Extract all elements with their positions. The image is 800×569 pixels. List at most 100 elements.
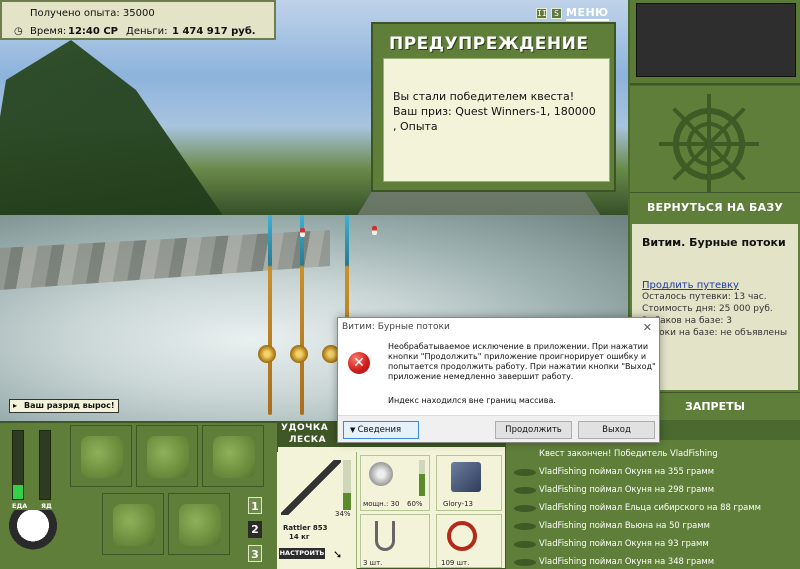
cauldron-icon[interactable] [8,510,58,554]
float-icon [372,226,377,235]
inventory-slot-book[interactable] [202,425,264,487]
bait-slot[interactable]: 109 шт. [436,514,502,568]
clock-icon: ◷ [14,26,23,37]
experience-value: 35000 [122,8,155,19]
close-icon[interactable]: ✕ [643,318,652,337]
warning-panel: ПРЕДУПРЕЖДЕНИЕ Вы стали победителем квес… [371,22,616,192]
inventory-slot-basket[interactable] [102,493,164,555]
continue-button[interactable]: Продолжить [495,421,572,439]
pause-icon[interactable]: II [536,7,547,19]
poison-meter [39,430,51,500]
error-icon: ✕ [348,352,370,374]
tab-rod[interactable]: УДОЧКА [281,423,328,433]
float-icon [300,228,305,237]
details-button[interactable]: ▼ Сведения [343,421,419,439]
line-slot[interactable]: Glory-13 [436,455,502,511]
back-to-base-button[interactable]: ВЕРНУТЬСЯ НА БАЗУ [630,192,800,222]
dialog-body: ✕ Необрабатываемое исключение в приложен… [338,337,659,415]
play-icon: ▸ [13,401,18,410]
inventory-page-2[interactable]: 2 [248,521,262,538]
fish-icon [514,523,536,530]
dialog-title: Витим: Бурные потоки [338,318,659,337]
bag-icon [81,436,123,478]
bait-count: 109 шт. [441,559,470,567]
chevron-down-icon: ▼ [350,426,358,434]
sound-icon[interactable]: S [551,7,562,19]
warning-body: Вы стали победителем квеста! Ваш приз: Q… [383,58,610,182]
fish-icon [514,541,536,548]
inventory-page-3[interactable]: 3 [248,545,262,562]
rod-name: Rattler 853 [283,524,328,532]
reel-percent: 60% [407,500,423,508]
player-stats: Получено опыта: 35000 ◷ Время: 12:40 СР … [0,0,276,40]
log-entry: VladFishing поймал Окуня на 348 грамм [539,556,715,566]
bucket-icon [179,504,221,546]
money-value: 1 474 917 руб. [172,26,256,37]
exit-button[interactable]: Выход [578,421,655,439]
rank-up-text: Ваш разряд вырос! [24,401,115,410]
warning-message: Вы стали победителем квеста! Ваш приз: Q… [393,90,596,133]
reel-wear-bar [419,460,425,496]
reel-slot[interactable]: мощн.: 30 60% [360,455,430,511]
ship-wheel-icon[interactable] [659,94,759,194]
inventory-slot-bucket[interactable] [168,493,230,555]
warning-title: ПРЕДУПРЕЖДЕНИЕ [389,34,589,54]
game-window: ▸ Ваш разряд вырос! Получено опыта: 3500… [0,0,800,569]
rank-up-badge: ▸ Ваш разряд вырос! [9,399,119,413]
rod-icon [281,460,341,515]
rod-wear-bar [343,460,351,510]
fishing-rod-1[interactable] [268,215,272,415]
extend-trip-link[interactable]: Продлить путевку [642,280,739,291]
day-cost: Стоимость дня: 25 000 руб. [642,304,773,314]
hook-slot[interactable]: 3 шт. [360,514,430,568]
log-entry: VladFishing поймал Окуня на 298 грамм [539,484,715,494]
reel-icon [258,345,276,363]
trip-remaining: Осталось путевки: 13 час. [642,292,767,302]
dialog-footer: ▼ Сведения Продолжить Выход [338,415,659,442]
reel-power: мощн.: 30 [363,500,400,508]
fish-icon [514,559,536,566]
reel-icon [369,462,393,486]
dialog-detail: Индекс находился вне границ массива. [388,396,556,405]
food-meter [12,430,24,500]
poison-label: ЯД [41,502,52,510]
fishing-rod-2[interactable] [300,215,304,415]
forest-hill [0,40,240,240]
hooks-count: 3 шт. [363,559,383,567]
hook-icon [375,521,395,551]
inventory-page-1[interactable]: 1 [248,497,262,514]
reel-icon [290,345,308,363]
fish-icon [514,487,536,494]
rod-wear-fill [343,493,351,510]
line-spool-icon [451,462,481,492]
rod-weight: 14 кг [289,533,310,541]
setup-button[interactable]: НАСТРОИТЬ [279,548,325,559]
food-meter-fill [13,485,23,499]
sack-icon [147,436,189,478]
log-entry: Квест закончен! Победитель VladFishing [539,448,718,458]
food-label: ЕДА [12,502,28,510]
log-entry: VladFishing поймал Окуня на 355 грамм [539,466,715,476]
ad-placeholder [636,3,796,77]
worm-icon [447,521,477,551]
book-icon [213,436,255,478]
inventory-slot-bag[interactable] [70,425,132,487]
tab-line[interactable]: ЛЕСКА [289,435,326,445]
time-label: Время: [30,26,67,37]
error-dialog: Витим: Бурные потоки ✕ ✕ Необрабатываемо… [337,317,660,443]
log-entry: VladFishing поймал Ельца сибирского на 8… [539,502,761,512]
log-entry: VladFishing поймал Вьюна на 50 грамм [539,520,710,530]
dialog-message: Необрабатываемое исключение в приложении… [388,342,656,381]
reel-wear-fill [419,474,425,496]
experience-label: Получено опыта: [30,8,120,19]
rod-percent: 34% [335,510,351,518]
time-value: 12:40 СР [68,26,118,37]
money-label: Деньги: [126,26,168,37]
menu-button[interactable]: МЕНЮ [566,6,609,21]
log-entry: VladFishing поймал Окуня на 93 грамм [539,538,709,548]
inventory-slot-sack[interactable] [136,425,198,487]
fish-icon [514,505,536,512]
catch-log: Квест закончен! Победитель VladFishing V… [506,440,800,569]
experience-row: Получено опыта: 35000 [30,8,155,19]
top-controls: II S МЕНЮ [536,5,609,21]
